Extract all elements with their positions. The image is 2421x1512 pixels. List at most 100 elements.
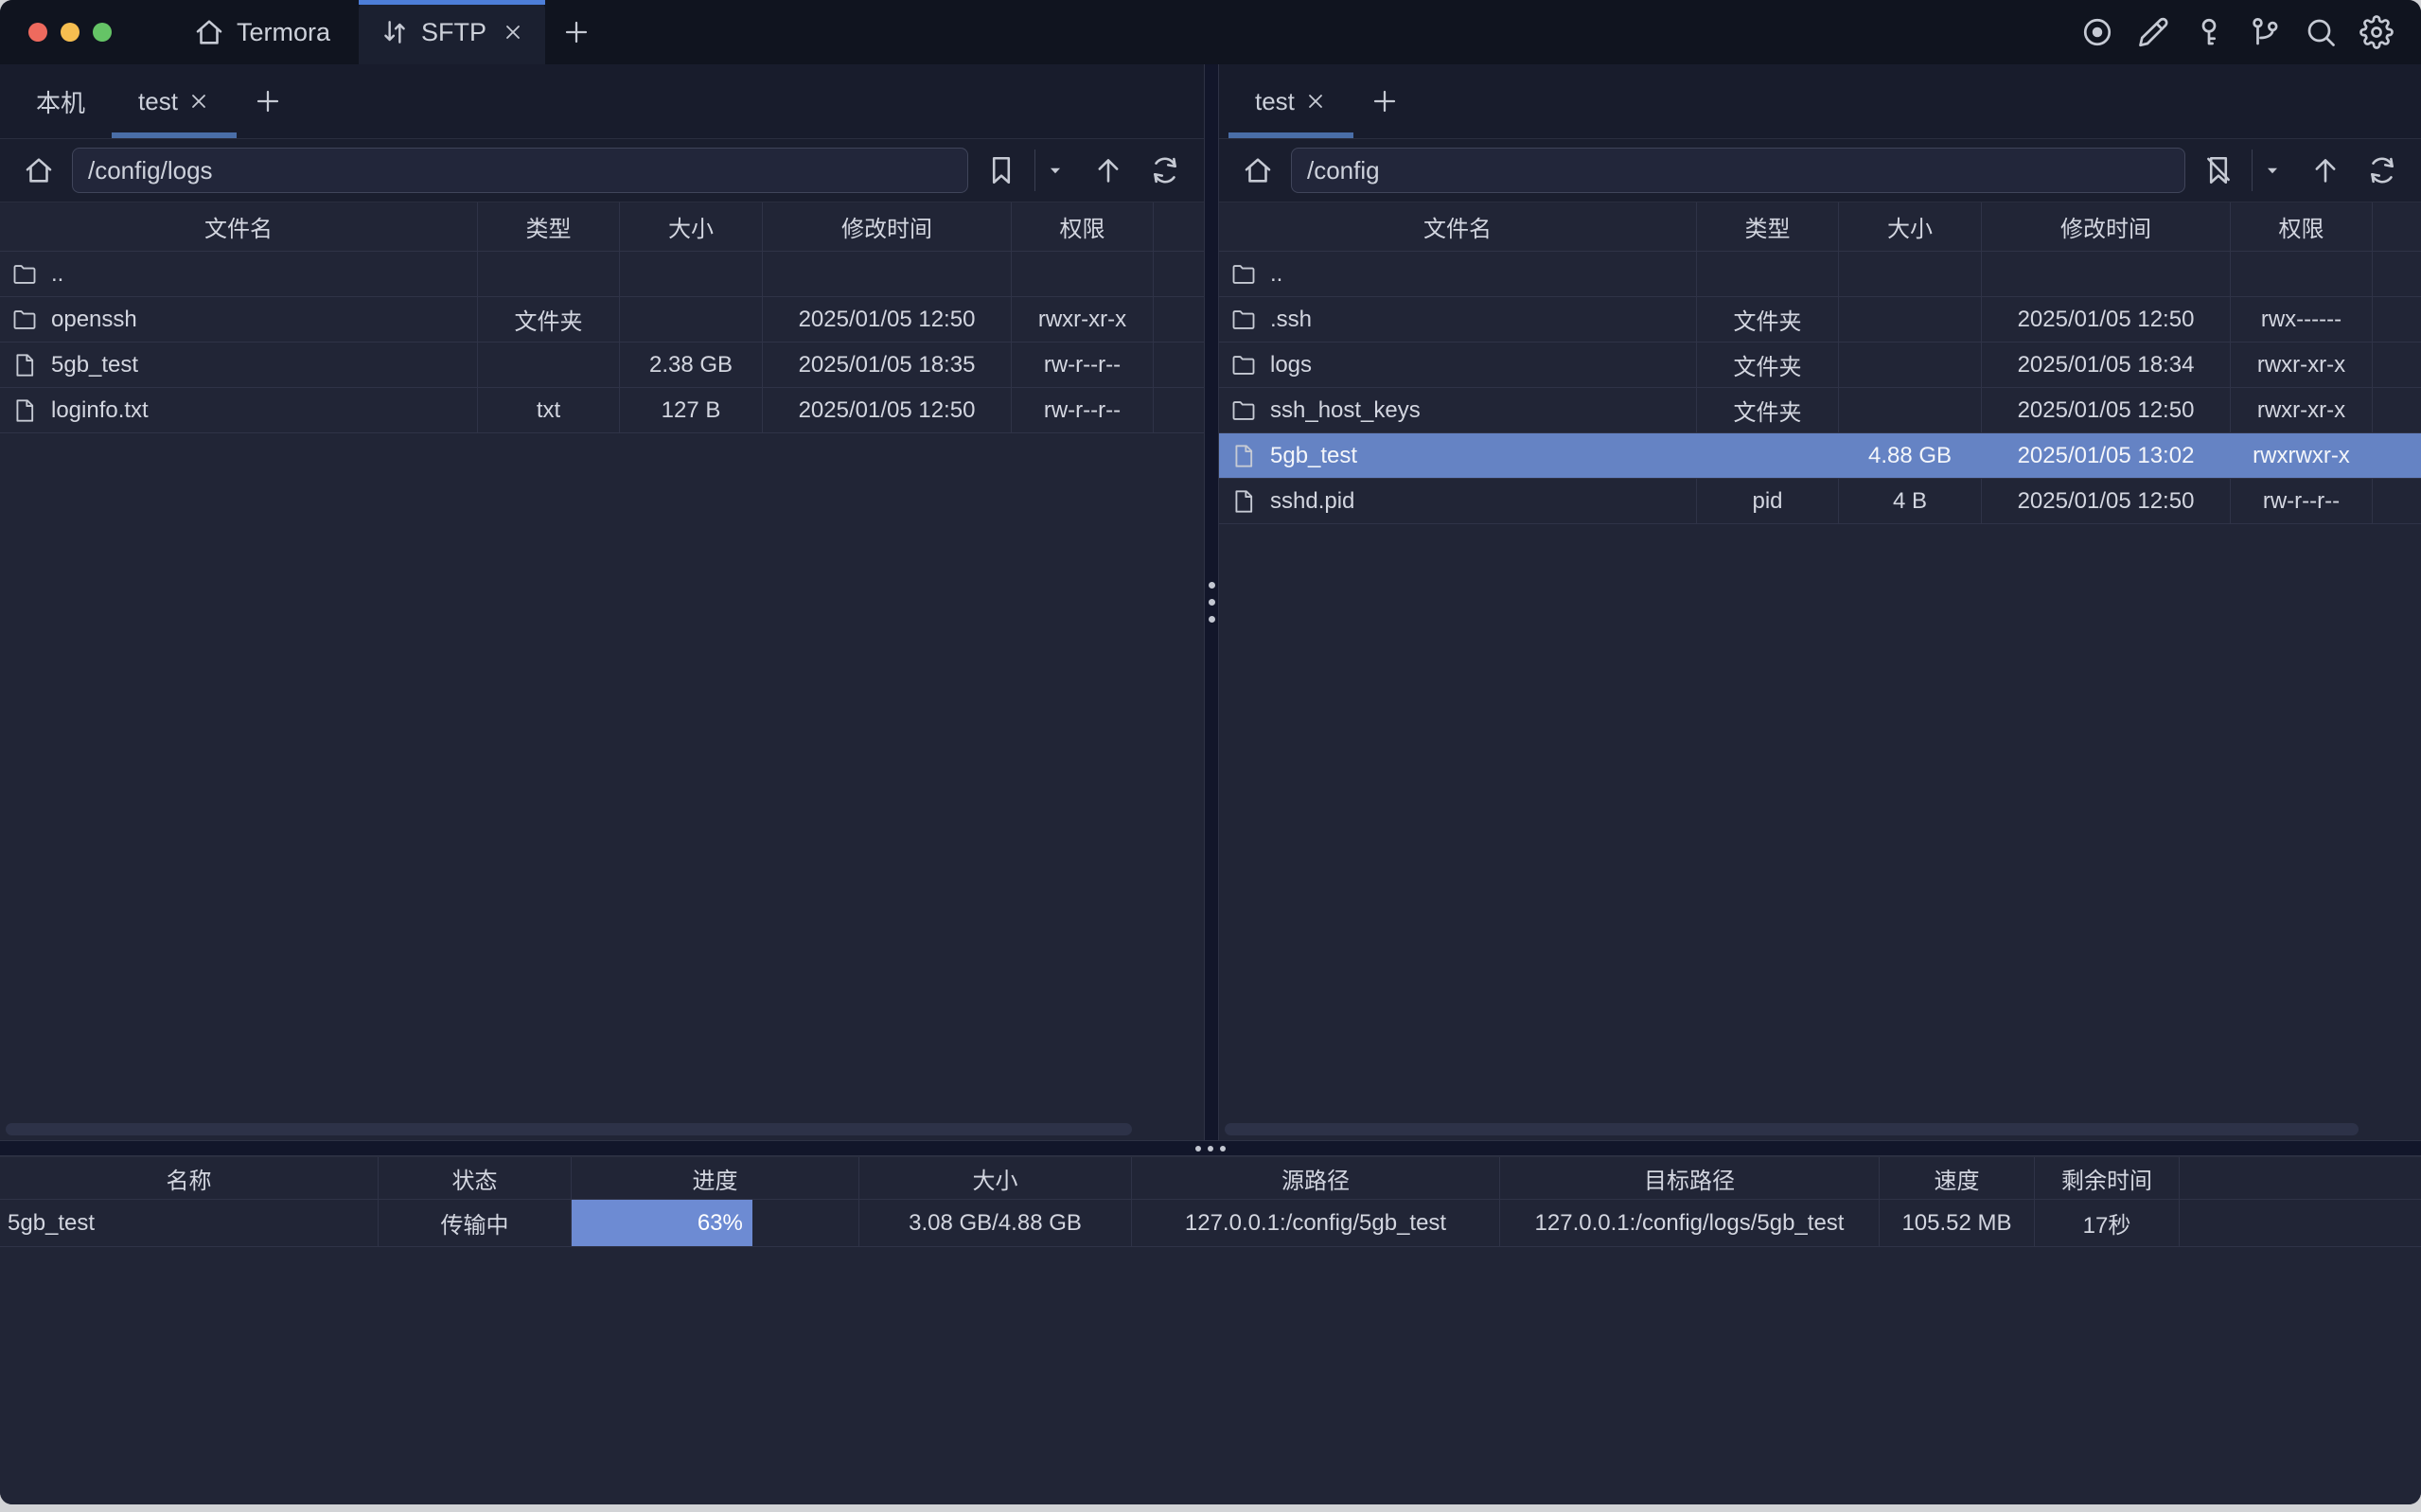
column-header[interactable]: 大小	[620, 202, 763, 251]
transfer-cell: 105.52 MB	[1880, 1200, 2035, 1246]
right-new-tab-button[interactable]	[1353, 64, 1416, 138]
file-cell: 2025/01/05 18:34	[1982, 343, 2231, 387]
tab-termora[interactable]: Termora	[168, 0, 355, 64]
go-up-button[interactable]	[2302, 149, 2349, 191]
arrow-up-icon	[2309, 154, 2341, 186]
column-header[interactable]: 目标路径	[1500, 1157, 1880, 1199]
branch-button[interactable]	[2247, 14, 2283, 50]
bookmark-button[interactable]	[2195, 149, 2242, 191]
file-table-header: 文件名类型大小修改时间权限所	[0, 202, 1204, 252]
tab-test-right[interactable]: test	[1228, 64, 1353, 138]
left-path-input[interactable]	[72, 148, 968, 193]
file-icon	[11, 397, 38, 424]
column-header[interactable]: 大小	[1839, 202, 1982, 251]
tab-local-machine[interactable]: 本机	[9, 64, 112, 138]
right-path-input[interactable]	[1291, 148, 2185, 193]
tab-test-left[interactable]: test	[112, 64, 237, 138]
file-row[interactable]: loginfo.txttxt127 B2025/01/05 12:50rw-r-…	[0, 388, 1204, 433]
file-cell: pid	[1697, 479, 1839, 523]
file-cell: rwxr-xr-x	[1012, 297, 1154, 342]
tab-sftp[interactable]: SFTP	[359, 0, 545, 64]
file-row[interactable]: ..	[0, 252, 1204, 297]
tab-sftp-label: SFTP	[421, 18, 486, 47]
file-row[interactable]: 5gb_test2.38 GB2025/01/05 18:35rw-r--r--	[0, 343, 1204, 388]
file-cell: rw-r--r--	[1012, 388, 1154, 432]
file-icon	[11, 352, 38, 378]
transfer-cell: 5gb_test	[0, 1200, 379, 1246]
edit-button[interactable]	[2135, 14, 2171, 50]
file-cell: 4 B	[1839, 479, 1982, 523]
column-header[interactable]: 修改时间	[1982, 202, 2231, 251]
close-tab-icon[interactable]	[1304, 90, 1327, 113]
file-cell: rwxrwxr-x	[2231, 433, 2373, 478]
column-header[interactable]: 修改时间	[763, 202, 1012, 251]
file-row[interactable]: logs文件夹2025/01/05 18:34rwxr-xr-x	[1219, 343, 2421, 388]
bookmark-button[interactable]	[978, 149, 1025, 191]
maximize-window-button[interactable]	[93, 23, 112, 42]
column-header[interactable]: 类型	[478, 202, 620, 251]
transfer-row[interactable]: 5gb_test传输中63%3.08 GB/4.88 GB127.0.0.1:/…	[0, 1200, 2421, 1247]
scrollbar-thumb[interactable]	[6, 1123, 1132, 1135]
transfer-cell: 127.0.0.1:/config/5gb_test	[1132, 1200, 1500, 1246]
folder-icon	[1230, 261, 1257, 288]
settings-button[interactable]	[2359, 14, 2394, 50]
column-header[interactable]: 速度	[1880, 1157, 2035, 1199]
file-name: logs	[1270, 352, 1312, 378]
file-row[interactable]: 5gb_test4.88 GB2025/01/05 13:02rwxrwxr-x	[1219, 433, 2421, 479]
file-name: ..	[1270, 261, 1282, 288]
file-panes: 本机 test 文件名类型大小修改时间权限所..openssh文件夹2025/0…	[0, 64, 2421, 1140]
home-button[interactable]	[1234, 149, 1281, 191]
scrollbar-thumb[interactable]	[1225, 1123, 2359, 1135]
refresh-button[interactable]	[1141, 149, 1189, 191]
remote-pane: test 文件名类型大小修改时间权限所.. .ssh文件夹2025/01/05 1…	[1219, 64, 2421, 1140]
column-header[interactable]: 权限	[2231, 202, 2373, 251]
left-path-bar	[0, 139, 1204, 202]
transfer-splitter[interactable]	[0, 1140, 2421, 1156]
transfer-cell: 3.08 GB/4.88 GB	[859, 1200, 1132, 1246]
home-button[interactable]	[15, 149, 62, 191]
column-header[interactable]: 文件名	[0, 202, 478, 251]
column-header[interactable]: 进度	[572, 1157, 859, 1199]
file-cell	[2373, 343, 2421, 387]
key-manager-button[interactable]	[2191, 14, 2227, 50]
file-row[interactable]: openssh文件夹2025/01/05 12:50rwxr-xr-x	[0, 297, 1204, 343]
refresh-button[interactable]	[2359, 149, 2406, 191]
minimize-window-button[interactable]	[61, 23, 80, 42]
chevron-down-icon	[1045, 160, 1066, 181]
file-row[interactable]: ssh_host_keys文件夹2025/01/05 12:50rwxr-xr-…	[1219, 388, 2421, 433]
file-cell	[478, 343, 620, 387]
file-cell: rwxr-xr-x	[2231, 343, 2373, 387]
file-cell: 文件夹	[1697, 388, 1839, 432]
close-tab-icon[interactable]	[502, 21, 524, 44]
folder-icon	[1230, 352, 1257, 378]
column-header[interactable]: 所	[2373, 202, 2421, 251]
file-row[interactable]: ..	[1219, 252, 2421, 297]
record-button[interactable]	[2079, 14, 2115, 50]
column-header[interactable]: 剩余时间	[2035, 1157, 2180, 1199]
close-window-button[interactable]	[28, 23, 47, 42]
column-header[interactable]: 状态	[379, 1157, 572, 1199]
file-row[interactable]: .ssh文件夹2025/01/05 12:50rwx------	[1219, 297, 2421, 343]
search-button[interactable]	[2303, 14, 2339, 50]
column-header-filler	[2180, 1157, 2421, 1199]
file-row[interactable]: sshd.pidpid4 B2025/01/05 12:50rw-r--r--	[1219, 479, 2421, 524]
pane-splitter[interactable]	[1204, 64, 1219, 1140]
column-header[interactable]: 权限	[1012, 202, 1154, 251]
column-header[interactable]: 源路径	[1132, 1157, 1500, 1199]
close-tab-icon[interactable]	[187, 90, 210, 113]
file-cell	[1697, 252, 1839, 296]
column-header[interactable]: 大小	[859, 1157, 1132, 1199]
new-window-tab-button[interactable]	[545, 0, 608, 64]
column-header[interactable]: 文件名	[1219, 202, 1697, 251]
file-cell	[763, 252, 1012, 296]
bookmark-dropdown-button[interactable]	[2252, 149, 2292, 191]
column-header[interactable]: 名称	[0, 1157, 379, 1199]
column-header[interactable]: 类型	[1697, 202, 1839, 251]
bookmark-dropdown-button[interactable]	[1034, 149, 1075, 191]
left-new-tab-button[interactable]	[237, 64, 299, 138]
arrow-up-icon	[1092, 154, 1124, 186]
column-header[interactable]: 所	[1154, 202, 1204, 251]
file-cell	[1839, 388, 1982, 432]
go-up-button[interactable]	[1085, 149, 1132, 191]
file-cell: 文件夹	[1697, 297, 1839, 342]
